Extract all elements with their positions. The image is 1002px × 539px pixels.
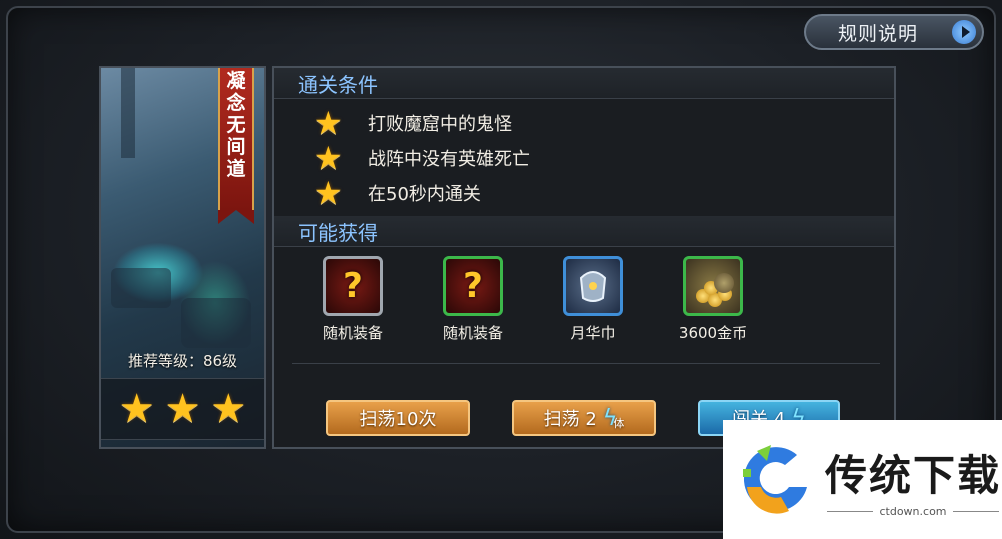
star-icon: ★ (164, 386, 201, 432)
money-bag-shape (714, 273, 734, 293)
condition-text: 战阵中没有英雄死亡 (368, 149, 530, 170)
rewards-header: 可能获得 (274, 216, 894, 247)
reward-item[interactable]: 月华巾 (548, 256, 638, 343)
level-name-char: 念 (226, 92, 246, 114)
scenery-platform (111, 268, 171, 308)
level-preview-panel[interactable]: 凝 念 无 间 道 推荐等级：86级 ★ ★ ★ (99, 66, 266, 449)
star-icon: ★ (314, 174, 343, 212)
condition-text: 打败魔窟中的鬼怪 (368, 114, 512, 135)
condition-item: ★ 在50秒内通关 (314, 176, 481, 210)
moon-headband-icon[interactable] (563, 256, 623, 316)
watermark-title: 传统下载 (825, 450, 1002, 500)
rewards-title: 可能获得 (298, 221, 378, 245)
scenery-pillar (121, 68, 135, 158)
stamina-label: 体 (613, 417, 625, 430)
sweep-10-label: 扫荡10次 (359, 409, 437, 430)
rules-button[interactable]: 规则说明 (804, 14, 984, 50)
condition-text: 在50秒内通关 (368, 184, 481, 205)
sweep-label: 扫荡 2 (543, 409, 597, 430)
headband-shape (579, 271, 607, 302)
level-name-char: 道 (226, 158, 246, 180)
gold-coins-icon[interactable] (683, 256, 743, 316)
star-icon: ★ (314, 104, 343, 142)
play-arrow-icon (952, 20, 976, 44)
sweep-10-button[interactable]: 扫荡10次 (326, 400, 470, 436)
level-name-banner: 凝 念 无 间 道 (218, 68, 254, 224)
conditions-title: 通关条件 (298, 73, 378, 97)
reward-item[interactable]: ? 随机装备 (428, 256, 518, 343)
condition-item: ★ 战阵中没有英雄死亡 (314, 141, 530, 175)
sweep-button[interactable]: 扫荡 2 ϟ 体 (512, 400, 656, 436)
random-equipment-icon[interactable]: ? (323, 256, 383, 316)
section-divider (292, 363, 880, 364)
reward-name: 随机装备 (442, 324, 503, 342)
watermark-logo-icon (737, 441, 815, 519)
logo-shape (743, 444, 807, 514)
level-name-char: 凝 (226, 70, 246, 92)
watermark-url: ctdown.com (827, 505, 998, 518)
rules-button-label: 规则说明 (838, 22, 919, 45)
reward-item[interactable]: 3600金币 (668, 256, 758, 343)
reward-item[interactable]: ? 随机装备 (308, 256, 398, 343)
conditions-header: 通关条件 (274, 68, 894, 99)
random-equipment-icon[interactable]: ? (443, 256, 503, 316)
recommended-level: 推荐等级：86级 (127, 352, 238, 370)
stage-info-panel: 通关条件 ★ 打败魔窟中的鬼怪 ★ 战阵中没有英雄死亡 ★ 在50秒内通关 可能… (272, 66, 896, 449)
star-icon: ★ (118, 386, 155, 432)
reward-name: 随机装备 (322, 324, 383, 342)
condition-item: ★ 打败魔窟中的鬼怪 (314, 106, 512, 140)
site-watermark: 传统下载 ctdown.com (723, 420, 1002, 539)
star-icon: ★ (314, 139, 343, 177)
reward-name: 3600金币 (678, 324, 748, 342)
star-icon: ★ (210, 386, 247, 432)
watermark-text: 传统下载 ctdown.com (825, 442, 1001, 518)
scenery-platform (181, 298, 251, 348)
level-star-rating: ★ ★ ★ (101, 378, 264, 440)
level-name-char: 间 (226, 136, 246, 158)
reward-name: 月华巾 (570, 324, 616, 342)
level-name-char: 无 (226, 114, 246, 136)
